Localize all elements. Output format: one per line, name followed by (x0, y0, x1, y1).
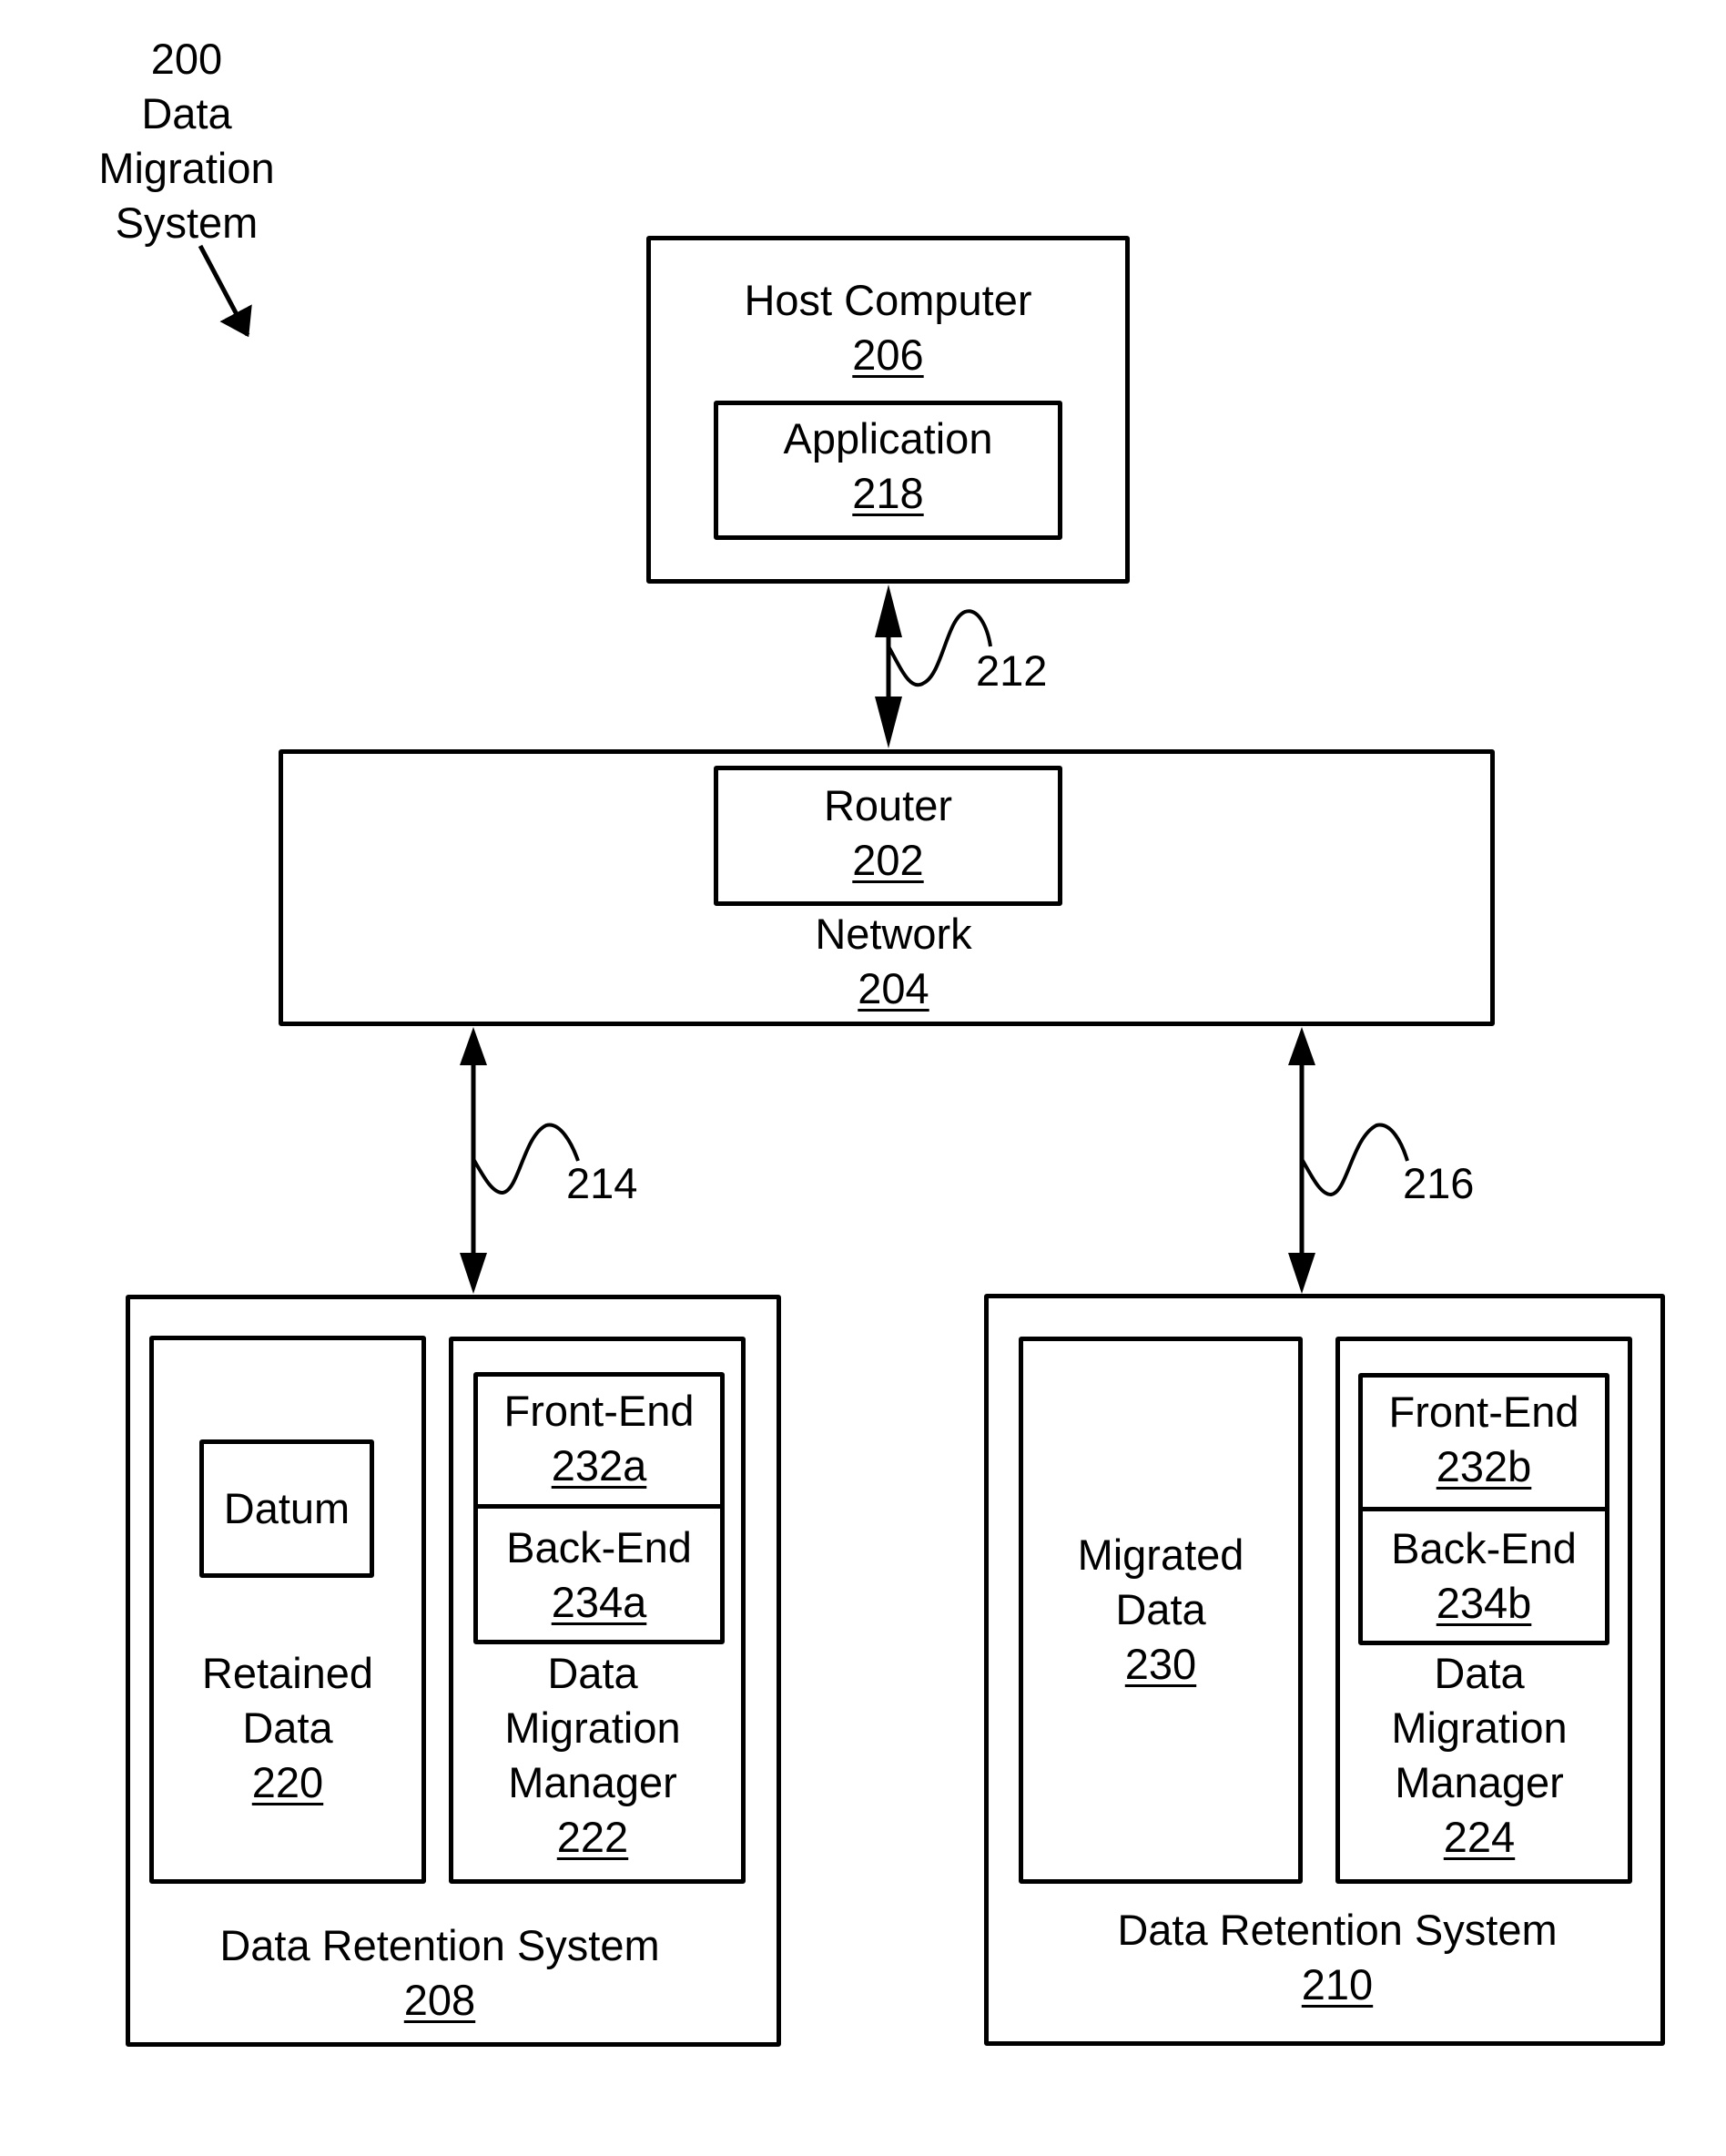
back-end-234a-label: Back-End 234a (473, 1520, 725, 1630)
figure-title: 200 Data Migration System (73, 32, 300, 250)
drs-ref: 208 (403, 1976, 476, 2024)
link-216-arrowhead-up (1288, 1027, 1315, 1065)
application-ref: 218 (852, 469, 924, 517)
drs-name: Data Retention System (1117, 1906, 1558, 1954)
link-216-label: 216 (1403, 1159, 1475, 1207)
link-212-arrowhead-up (875, 585, 902, 637)
dmm-line: Migration (504, 1703, 681, 1752)
front-end-ref: 232b (1436, 1442, 1532, 1490)
figure-title-line: Data (141, 89, 232, 137)
link-212-label: 212 (976, 646, 1048, 695)
back-end-234b-label: Back-End 234b (1358, 1521, 1609, 1631)
network-ref: 204 (858, 964, 929, 1012)
retained-data-line: Data (242, 1703, 333, 1752)
back-end-ref: 234a (551, 1578, 647, 1626)
dmm-line: Migration (1391, 1703, 1568, 1752)
router-ref: 202 (852, 836, 924, 884)
back-end-name: Back-End (506, 1523, 692, 1571)
link-214-squiggle (472, 1123, 580, 1195)
front-end-232a-label: Front-End 232a (473, 1384, 725, 1493)
retained-data-line: Retained (201, 1649, 374, 1697)
figure-number: 200 (150, 35, 223, 83)
dmm-line: Data (1434, 1649, 1525, 1697)
drs-name: Data Retention System (219, 1921, 660, 1969)
data-migration-manager-222-label: Data Migration Manager 222 (449, 1646, 736, 1865)
router-name: Router (823, 781, 953, 829)
front-end-name: Front-End (503, 1387, 695, 1435)
host-computer-label: Host Computer 206 (646, 273, 1130, 382)
dmm-line: Data (547, 1649, 638, 1697)
front-end-232b-label: Front-End 232b (1358, 1385, 1609, 1494)
migrated-data-line: Data (1115, 1585, 1206, 1633)
data-retention-system-210-label: Data Retention System 210 (1019, 1903, 1656, 2012)
link-216-arrowhead-down (1288, 1253, 1315, 1294)
retained-data-label: Retained Data 220 (149, 1646, 426, 1810)
dmm-ref: 224 (1443, 1813, 1516, 1861)
network-name: Network (815, 910, 972, 958)
dmm-line: Manager (1395, 1758, 1564, 1806)
front-end-ref: 232a (551, 1441, 647, 1490)
migrated-data-line: Migrated (1077, 1531, 1244, 1579)
link-216-squiggle (1300, 1123, 1409, 1197)
application-name: Application (783, 414, 993, 463)
drs-ref: 210 (1301, 1960, 1374, 2009)
back-end-name: Back-End (1391, 1524, 1577, 1572)
dmm-ref: 222 (556, 1813, 629, 1861)
retained-data-ref: 220 (251, 1758, 324, 1806)
application-label: Application 218 (714, 412, 1062, 521)
router-label: Router 202 (714, 778, 1062, 888)
link-212-arrowhead-down (875, 697, 902, 748)
figure-title-line: Migration (98, 144, 275, 192)
link-214-label: 214 (566, 1159, 638, 1207)
dmm-line: Manager (508, 1758, 677, 1806)
back-end-ref: 234b (1436, 1579, 1532, 1627)
migrated-data-ref: 230 (1124, 1640, 1197, 1688)
front-end-name: Front-End (1388, 1388, 1579, 1436)
datum-label: Datum (223, 1484, 350, 1532)
data-retention-system-208-label: Data Retention System 208 (126, 1918, 754, 2028)
figure-title-line: System (115, 198, 259, 247)
migrated-data-label: Migrated Data 230 (1019, 1528, 1303, 1692)
link-214-arrowhead-up (460, 1027, 487, 1065)
link-214-arrowhead-down (460, 1253, 487, 1294)
data-migration-manager-224-label: Data Migration Manager 224 (1335, 1646, 1623, 1865)
host-computer-name: Host Computer (744, 276, 1032, 324)
host-computer-ref: 206 (852, 331, 924, 379)
figure-pointer-arrow (198, 244, 252, 338)
network-label: Network 204 (714, 907, 1073, 1016)
